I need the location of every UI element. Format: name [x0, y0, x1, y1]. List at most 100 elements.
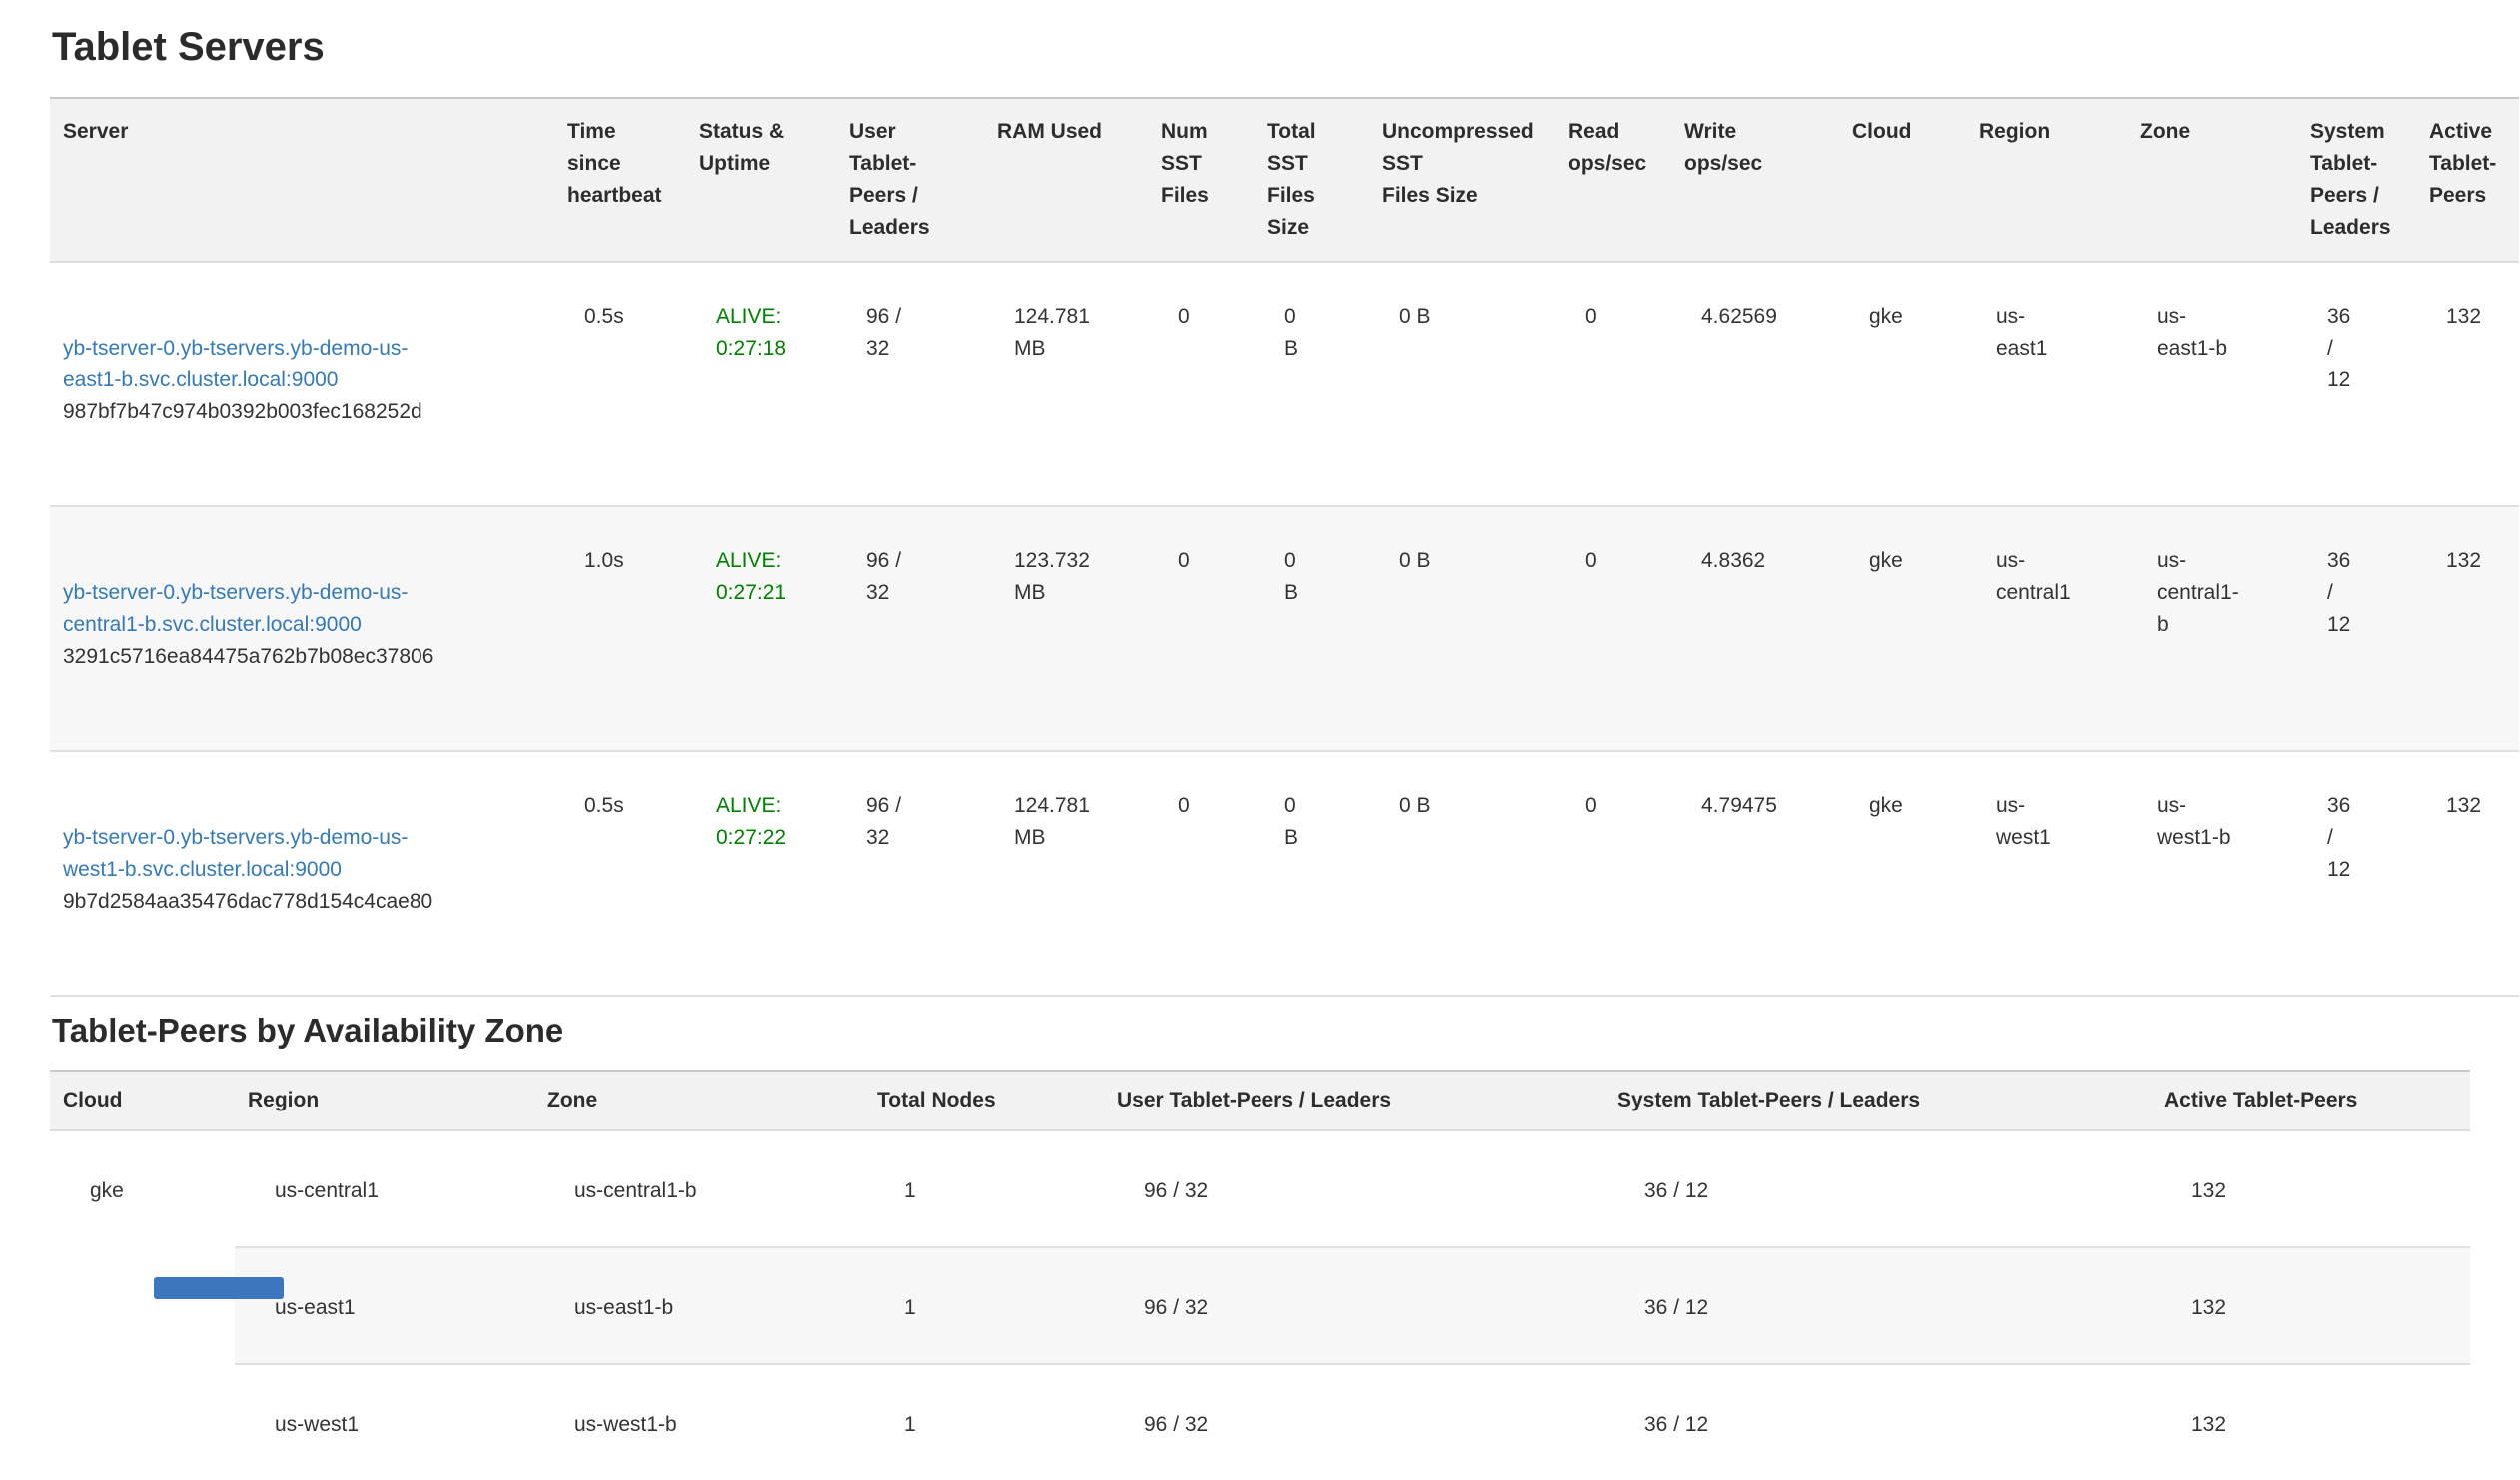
cell-uncompressed-sst-files-size: 0 B: [1369, 262, 1555, 506]
server-link[interactable]: yb-tserver-0.yb-tservers.yb-demo-us- wes…: [63, 822, 408, 886]
cell-system-tablet-peers: 36 / 12: [1604, 1364, 2151, 1480]
col-header-status-uptime: Status & Uptime: [686, 98, 836, 262]
cell-zone: us-east1-b: [534, 1247, 864, 1364]
table-row: gke us-central1 us-central1-b 1 96 / 32 …: [50, 1130, 2470, 1247]
col-header-uncompressed-sst-files-size: Uncompressed SST Files Size: [1369, 98, 1555, 262]
server-uuid: 9b7d2584aa35476dac778d154c4cae80: [63, 886, 544, 918]
cell-system-tablet-peers: 36 / 12: [1604, 1130, 2151, 1247]
table-row: yb-tserver-0.yb-tservers.yb-demo-us- cen…: [50, 506, 2519, 751]
cell-cloud: gke: [1839, 506, 1966, 751]
cell-cloud-group: gke: [50, 1130, 235, 1480]
page-content: Tablet Servers Server Time since heartbe…: [50, 0, 2470, 1480]
col-header-cloud: Cloud: [50, 1071, 235, 1130]
cell-active-tablet-peers: 132: [2416, 262, 2519, 506]
cell-region: us- central1: [1966, 506, 2127, 751]
cell-write-ops-sec: 4.79475: [1671, 751, 1839, 996]
cell-active-tablet-peers: 132: [2151, 1364, 2470, 1480]
cell-active-tablet-peers: 132: [2151, 1130, 2470, 1247]
server-link[interactable]: yb-tserver-0.yb-tservers.yb-demo-us- eas…: [63, 333, 408, 396]
col-header-user-tablet-peers-leaders: User Tablet-Peers / Leaders: [1104, 1071, 1604, 1130]
cell-uncompressed-sst-files-size: 0 B: [1369, 751, 1555, 996]
zones-header-row: Cloud Region Zone Total Nodes User Table…: [50, 1071, 2470, 1130]
col-header-region: Region: [235, 1071, 534, 1130]
cell-read-ops-sec: 0: [1555, 506, 1671, 751]
tablet-servers-table: Server Time since heartbeat Status & Upt…: [50, 97, 2519, 997]
cell-num-sst-files: 0: [1148, 262, 1255, 506]
cell-server: yb-tserver-0.yb-tservers.yb-demo-us- eas…: [50, 262, 554, 506]
col-header-cloud: Cloud: [1839, 98, 1966, 262]
cell-total-sst-files-size: 0 B: [1255, 262, 1369, 506]
cell-user-tablet-peers: 96 / 32: [1104, 1130, 1604, 1247]
cell-user-tablet-peers: 96 / 32: [836, 751, 984, 996]
cell-zone: us- west1-b: [2127, 751, 2297, 996]
cell-region: us-east1: [235, 1247, 534, 1364]
cell-read-ops-sec: 0: [1555, 262, 1671, 506]
cell-total-nodes: 1: [864, 1247, 1104, 1364]
cell-num-sst-files: 0: [1148, 506, 1255, 751]
cell-write-ops-sec: 4.8362: [1671, 506, 1839, 751]
col-header-active-tablet-peers: Active Tablet- Peers: [2416, 98, 2519, 262]
cell-system-tablet-peers: 36 / 12: [2297, 262, 2416, 506]
cell-ram-used: 124.781 MB: [984, 751, 1148, 996]
cell-zone: us- east1-b: [2127, 262, 2297, 506]
col-header-system-tablet-peers: System Tablet- Peers / Leaders: [2297, 98, 2416, 262]
cell-active-tablet-peers: 132: [2416, 751, 2519, 996]
cell-time-since-heartbeat: 0.5s: [554, 751, 686, 996]
cell-ram-used: 123.732 MB: [984, 506, 1148, 751]
col-header-time-since-heartbeat: Time since heartbeat: [554, 98, 686, 262]
cell-user-tablet-peers: 96 / 32: [1104, 1364, 1604, 1480]
col-header-num-sst-files: Num SST Files: [1148, 98, 1255, 262]
col-header-region: Region: [1966, 98, 2127, 262]
cell-status-uptime: ALIVE: 0:27:22: [686, 751, 836, 996]
cell-active-tablet-peers: 132: [2151, 1247, 2470, 1364]
col-header-read-ops-sec: Read ops/sec: [1555, 98, 1671, 262]
cell-region: us-central1: [235, 1130, 534, 1247]
cell-active-tablet-peers: 132: [2416, 506, 2519, 751]
cell-server: yb-tserver-0.yb-tservers.yb-demo-us- wes…: [50, 751, 554, 996]
cell-read-ops-sec: 0: [1555, 751, 1671, 996]
server-link[interactable]: yb-tserver-0.yb-tservers.yb-demo-us- cen…: [63, 577, 408, 641]
cell-total-nodes: 1: [864, 1364, 1104, 1480]
table-row: yb-tserver-0.yb-tservers.yb-demo-us- wes…: [50, 751, 2519, 996]
col-header-user-tablet-peers: User Tablet- Peers / Leaders: [836, 98, 984, 262]
col-header-ram-used: RAM Used: [984, 98, 1148, 262]
cell-total-sst-files-size: 0 B: [1255, 506, 1369, 751]
cell-zone: us- central1- b: [2127, 506, 2297, 751]
tablet-peers-by-zone-title: Tablet-Peers by Availability Zone: [52, 1011, 2470, 1051]
tablet-servers-title: Tablet Servers: [52, 24, 2470, 70]
cell-num-sst-files: 0: [1148, 751, 1255, 996]
cell-time-since-heartbeat: 0.5s: [554, 262, 686, 506]
cell-zone: us-central1-b: [534, 1130, 864, 1247]
tablet-servers-header-row: Server Time since heartbeat Status & Upt…: [50, 98, 2519, 262]
cell-user-tablet-peers: 96 / 32: [836, 262, 984, 506]
cell-user-tablet-peers: 96 / 32: [1104, 1247, 1604, 1364]
col-header-zone: Zone: [534, 1071, 864, 1130]
cell-ram-used: 124.781 MB: [984, 262, 1148, 506]
cell-system-tablet-peers: 36 / 12: [2297, 751, 2416, 996]
table-row: us-west1 us-west1-b 1 96 / 32 36 / 12 13…: [50, 1364, 2470, 1480]
cell-status-uptime: ALIVE: 0:27:21: [686, 506, 836, 751]
cell-system-tablet-peers: 36 / 12: [1604, 1247, 2151, 1364]
table-row: us-east1 us-east1-b 1 96 / 32 36 / 12 13…: [50, 1247, 2470, 1364]
cell-status-uptime: ALIVE: 0:27:18: [686, 262, 836, 506]
cell-user-tablet-peers: 96 / 32: [836, 506, 984, 751]
server-uuid: 3291c5716ea84475a762b7b08ec37806: [63, 641, 544, 673]
cell-cloud: gke: [1839, 262, 1966, 506]
col-header-active-tablet-peers: Active Tablet-Peers: [2151, 1071, 2470, 1130]
cell-time-since-heartbeat: 1.0s: [554, 506, 686, 751]
col-header-total-nodes: Total Nodes: [864, 1071, 1104, 1130]
col-header-total-sst-files-size: Total SST Files Size: [1255, 98, 1369, 262]
col-header-zone: Zone: [2127, 98, 2297, 262]
cell-write-ops-sec: 4.62569: [1671, 262, 1839, 506]
cell-total-sst-files-size: 0 B: [1255, 751, 1369, 996]
cell-uncompressed-sst-files-size: 0 B: [1369, 506, 1555, 751]
col-header-system-tablet-peers-leaders: System Tablet-Peers / Leaders: [1604, 1071, 2151, 1130]
table-row: yb-tserver-0.yb-tservers.yb-demo-us- eas…: [50, 262, 2519, 506]
col-header-server: Server: [50, 98, 554, 262]
tablet-peers-by-zone-table: Cloud Region Zone Total Nodes User Table…: [50, 1070, 2470, 1480]
cell-system-tablet-peers: 36 / 12: [2297, 506, 2416, 751]
cell-cloud: gke: [1839, 751, 1966, 996]
cell-server: yb-tserver-0.yb-tservers.yb-demo-us- cen…: [50, 506, 554, 751]
cell-region: us- east1: [1966, 262, 2127, 506]
cell-region: us- west1: [1966, 751, 2127, 996]
